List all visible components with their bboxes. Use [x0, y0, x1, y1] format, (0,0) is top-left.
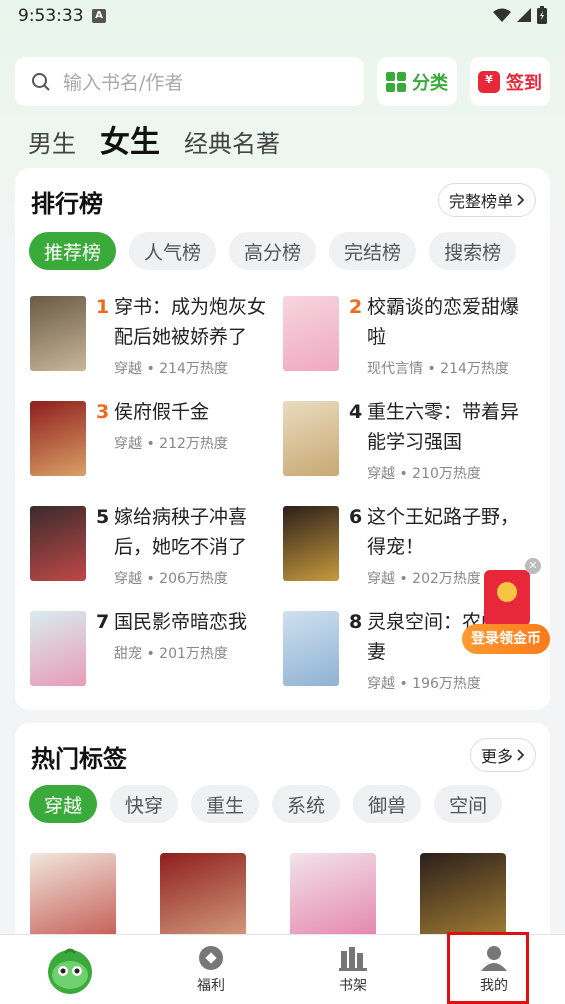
book-cover: [283, 611, 339, 686]
category-label: 分类: [412, 72, 448, 94]
full-ranking-button[interactable]: 完整榜单: [437, 183, 536, 217]
login-reward-banner[interactable]: 登录领金币: [462, 560, 552, 660]
book-meta: 穿越 • 206万热度: [114, 571, 228, 587]
search-placeholder: 输入书名/作者: [63, 72, 184, 94]
book-item[interactable]: 7 国民影帝暗恋我 甜宠 • 201万热度: [30, 611, 282, 701]
book-title: 穿书：成为炮灰女配后她被娇养了: [114, 296, 267, 348]
book-title: 侯府假千金: [114, 401, 210, 423]
ranking-tab-search[interactable]: 搜索榜: [429, 232, 517, 270]
tag-chip[interactable]: 快穿: [110, 785, 179, 823]
book-title: 重生六零：带着异能学习强国: [367, 401, 520, 453]
chevron-right-icon: [517, 749, 525, 761]
book-meta: 穿越 • 212万热度: [114, 436, 228, 452]
book-rank: 3: [96, 401, 110, 423]
tab-male[interactable]: 男生: [28, 124, 76, 159]
close-icon[interactable]: ✕: [525, 558, 541, 574]
tag-chip[interactable]: 重生: [191, 785, 260, 823]
book-meta: 甜宠 • 201万热度: [114, 646, 228, 662]
book-title: 这个王妃路子野，得宠！: [367, 506, 520, 558]
search-input[interactable]: 输入书名/作者: [15, 57, 364, 106]
book-cover: [30, 611, 86, 686]
book-title: 校霸谈的恋爱甜爆啦: [367, 296, 520, 348]
full-ranking-label: 完整榜单: [448, 192, 513, 211]
profile-icon: [481, 946, 507, 971]
hot-tags-card: 热门标签 更多 穿越 快穿 重生 系统 御兽 空间: [15, 723, 550, 963]
book-rank: 2: [349, 296, 363, 318]
ranking-tab-recommend[interactable]: 推荐榜: [29, 232, 117, 270]
more-tags-button[interactable]: 更多: [469, 738, 536, 772]
book-rank: 7: [96, 611, 110, 633]
more-tags-label: 更多: [480, 747, 513, 766]
status-bar: 9:53:33 A: [0, 0, 565, 34]
book-cover: [283, 401, 339, 476]
book-rank: 8: [349, 611, 363, 633]
coin-icon: [497, 582, 517, 602]
book-meta: 现代言情 • 214万热度: [367, 361, 509, 377]
signin-icon: [478, 70, 500, 93]
tag-chip[interactable]: 穿越: [29, 785, 98, 823]
nav-welfare[interactable]: 福利: [161, 935, 261, 1004]
nav-welfare-label: 福利: [197, 978, 225, 994]
book-title: 嫁给病秧子冲喜后，她吃不消了: [114, 506, 248, 558]
category-icon: [386, 71, 406, 92]
search-icon: [32, 72, 50, 91]
book-item[interactable]: 4 重生六零：带着异能学习强国 穿越 • 210万热度: [283, 401, 535, 491]
hot-tags-title: 热门标签: [31, 745, 127, 773]
status-time: 9:53:33: [18, 6, 84, 26]
ranking-title: 排行榜: [31, 190, 103, 218]
ranking-tab-finished[interactable]: 完结榜: [329, 232, 417, 270]
book-item[interactable]: 5 嫁给病秧子冲喜后，她吃不消了 穿越 • 206万热度: [30, 506, 282, 596]
signin-button[interactable]: 签到: [470, 57, 550, 106]
bottom-nav: 福利 书架 我的: [0, 934, 565, 1004]
ranking-tab-popular[interactable]: 人气榜: [129, 232, 217, 270]
nav-bookshelf[interactable]: 书架: [303, 935, 403, 1004]
tag-chip[interactable]: 空间: [434, 785, 503, 823]
battery-icon: [537, 6, 547, 24]
tab-classics[interactable]: 经典名著: [184, 124, 280, 159]
signin-label: 签到: [506, 72, 542, 94]
book-cover: [30, 296, 86, 371]
nav-home[interactable]: [20, 935, 120, 1004]
hot-tag-list: 穿越 快穿 重生 系统 御兽 空间: [29, 785, 503, 823]
book-item[interactable]: 3 侯府假千金 穿越 • 212万热度: [30, 401, 282, 491]
book-rank: 5: [96, 506, 110, 528]
book-meta: 穿越 • 196万热度: [367, 676, 481, 692]
nav-profile-label: 我的: [480, 978, 508, 994]
ranking-tab-score[interactable]: 高分榜: [229, 232, 317, 270]
notification-icon: A: [92, 9, 106, 23]
book-cover: [283, 296, 339, 371]
tab-female[interactable]: 女生: [100, 117, 160, 161]
chevron-right-icon: [517, 194, 525, 206]
book-meta: 穿越 • 210万热度: [367, 466, 481, 482]
book-cover: [30, 401, 86, 476]
book-rank: 4: [349, 401, 363, 423]
tag-chip[interactable]: 系统: [272, 785, 341, 823]
book-cover: [283, 506, 339, 581]
wifi-icon: [493, 8, 511, 22]
tag-chip[interactable]: 御兽: [353, 785, 422, 823]
gender-tabs: 男生 女生 经典名著: [28, 117, 280, 161]
nav-bookshelf-label: 书架: [339, 978, 367, 994]
book-meta: 穿越 • 214万热度: [114, 361, 228, 377]
book-item[interactable]: 2 校霸谈的恋爱甜爆啦 现代言情 • 214万热度: [283, 296, 535, 386]
welfare-icon: [199, 946, 223, 970]
bookshelf-icon: [339, 947, 367, 971]
book-item[interactable]: 1 穿书：成为炮灰女配后她被娇养了 穿越 • 214万热度: [30, 296, 282, 386]
status-icons: [493, 6, 547, 24]
book-rank: 6: [349, 506, 363, 528]
book-title: 国民影帝暗恋我: [114, 611, 248, 633]
login-reward-label: 登录领金币: [462, 624, 550, 654]
ranking-tabs: 推荐榜 人气榜 高分榜 完结榜 搜索榜: [29, 232, 517, 270]
book-rank: 1: [96, 296, 110, 318]
category-button[interactable]: 分类: [377, 57, 457, 106]
nav-profile[interactable]: 我的: [444, 935, 544, 1004]
mascot-icon: [48, 948, 92, 994]
signal-icon: [517, 8, 531, 22]
book-cover: [30, 506, 86, 581]
